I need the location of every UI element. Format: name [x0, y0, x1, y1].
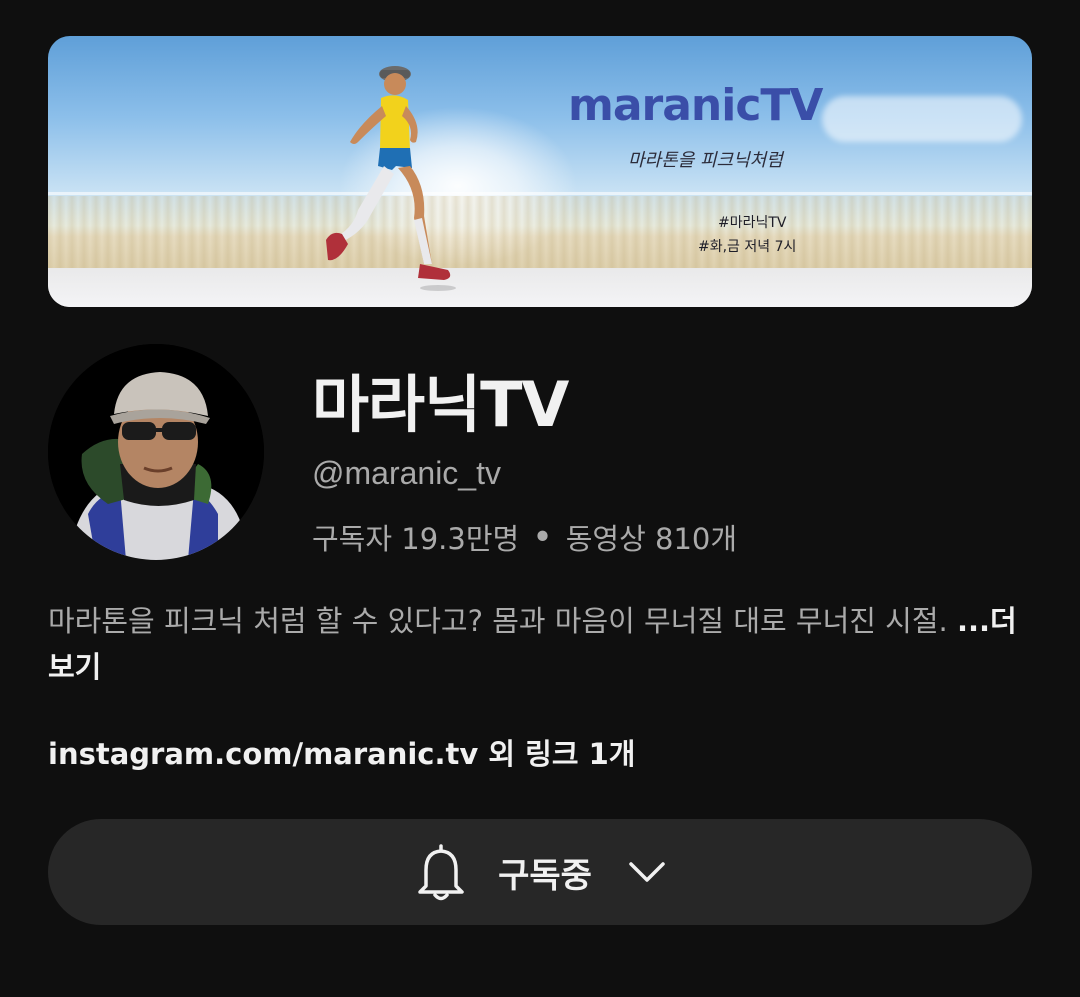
- banner-schedule: #화,금 저녁 7시: [698, 239, 797, 255]
- runner-illustration: [326, 66, 456, 291]
- channel-name: 마라닉TV: [312, 368, 569, 441]
- subscribed-label: 구독중: [498, 855, 592, 896]
- banner-hashtag: #마라닉TV: [718, 215, 787, 231]
- channel-avatar[interactable]: [48, 344, 264, 560]
- description-text: 마라톤을 피크닉 처럼 할 수 있다고? 몸과 마음이 무너질 대로 무너진 시…: [48, 604, 957, 638]
- subscribed-button[interactable]: 구독중: [48, 819, 1032, 925]
- bell-icon: [418, 844, 464, 901]
- channel-handle: @maranic_tv: [312, 455, 501, 491]
- avatar-image: [48, 344, 264, 560]
- channel-links[interactable]: instagram.com/maranic.tv 외 링크 1개: [48, 731, 635, 773]
- video-count: 동영상 810개: [565, 522, 738, 556]
- channel-banner: maranicTV 마라톤을 피크닉처럼 #마라닉TV #화,금 저녁 7시: [48, 36, 1032, 307]
- channel-stats: 구독자 19.3만명 • 동영상 810개: [312, 516, 737, 558]
- channel-page: maranicTV 마라톤을 피크닉처럼 #마라닉TV #화,금 저녁 7시 마…: [0, 0, 1080, 997]
- banner-cloud: [822, 96, 1022, 142]
- subscriber-count: 구독자 19.3만명: [312, 522, 520, 556]
- banner-horizon: [48, 192, 1032, 195]
- chevron-down-icon: [629, 862, 665, 882]
- stats-separator: •: [533, 520, 552, 554]
- channel-description[interactable]: 마라톤을 피크닉 처럼 할 수 있다고? 몸과 마음이 무너질 대로 무너진 시…: [48, 598, 1038, 690]
- banner-road: [48, 268, 1032, 307]
- banner-field: [48, 196, 1032, 268]
- banner-tagline: 마라톤을 피크닉처럼: [628, 150, 783, 171]
- banner-brand-title: maranicTV: [568, 80, 823, 131]
